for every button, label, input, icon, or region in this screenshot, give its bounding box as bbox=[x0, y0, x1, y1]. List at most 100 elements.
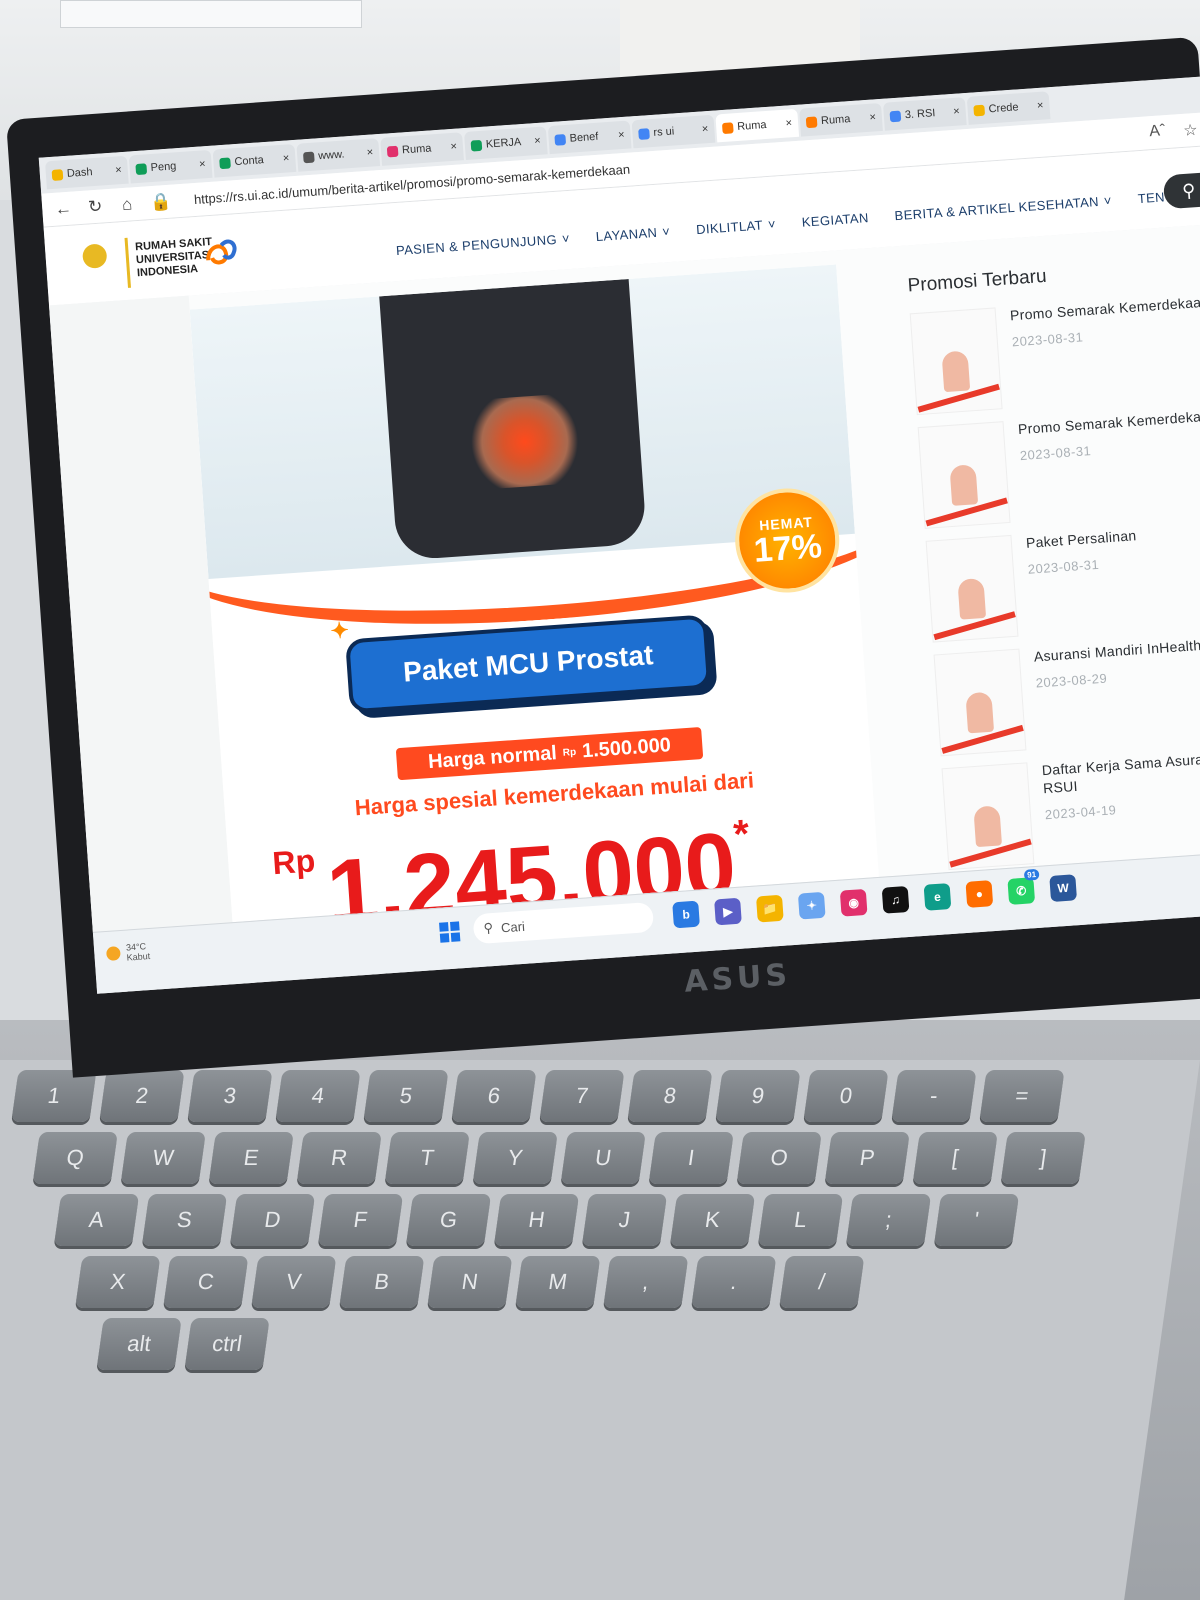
search-icon[interactable]: ⚲ bbox=[1162, 171, 1200, 210]
tab-favicon-icon bbox=[219, 156, 231, 169]
close-tab-icon[interactable]: × bbox=[1037, 100, 1044, 112]
normal-price-tag: Harga normal Rp 1.500.000 bbox=[395, 726, 704, 781]
promo-thumbnail[interactable] bbox=[941, 762, 1035, 871]
nav-menu-item[interactable]: KEGIATAN bbox=[801, 210, 869, 230]
keyboard-key: ctrl bbox=[184, 1318, 270, 1370]
keyboard-key: M bbox=[515, 1256, 601, 1308]
browser-tab[interactable]: Dash × bbox=[44, 155, 129, 190]
home-icon[interactable]: ⌂ bbox=[117, 194, 136, 215]
browser-tab[interactable]: Peng × bbox=[128, 149, 213, 184]
close-tab-icon[interactable]: × bbox=[450, 141, 457, 153]
keyboard-key: E bbox=[208, 1132, 294, 1184]
tiktok-icon[interactable]: ♫ bbox=[881, 885, 910, 914]
keyboard-key: 8 bbox=[627, 1070, 713, 1122]
file-explorer-icon[interactable]: 📁 bbox=[755, 894, 784, 923]
package-title: Paket MCU Prostat bbox=[345, 614, 712, 714]
nav-menu-label: LAYANAN bbox=[595, 224, 658, 245]
tab-favicon-icon bbox=[51, 168, 64, 181]
close-tab-icon[interactable]: × bbox=[199, 158, 206, 170]
keyboard-key: 1 bbox=[11, 1070, 97, 1122]
favorite-star-icon[interactable]: ☆ bbox=[1183, 119, 1199, 140]
back-icon[interactable]: ← bbox=[54, 198, 73, 219]
weather-text: Kabut bbox=[126, 950, 151, 963]
word-icon[interactable]: W bbox=[1049, 874, 1078, 903]
nav-menu-item[interactable]: BERITA & ARTIKEL KESEHATAN ˅ bbox=[894, 193, 1112, 223]
weather-widget[interactable]: 34°C Kabut bbox=[105, 941, 151, 964]
keyboard-key: H bbox=[493, 1194, 580, 1246]
tab-label: Crede bbox=[988, 101, 1019, 116]
keyboard-key: O bbox=[736, 1132, 822, 1184]
firefox-icon[interactable]: ● bbox=[965, 880, 994, 908]
browser-tab[interactable]: Benef × bbox=[547, 120, 632, 155]
tab-label: Dash bbox=[66, 166, 93, 180]
keyboard-key: U bbox=[560, 1132, 646, 1184]
close-tab-icon[interactable]: × bbox=[534, 135, 541, 147]
close-tab-icon[interactable]: × bbox=[702, 123, 709, 135]
windows-start-icon[interactable] bbox=[439, 921, 461, 943]
browser-tab[interactable]: Conta × bbox=[212, 143, 297, 178]
close-tab-icon[interactable]: × bbox=[953, 105, 960, 117]
promo-list-item[interactable]: Asuransi Mandiri InHealth 2023-08-29 bbox=[933, 633, 1200, 768]
special-price-currency: Rp bbox=[271, 842, 317, 882]
read-aloud-icon[interactable]: Aˆ bbox=[1149, 122, 1166, 143]
nav-menu-item[interactable]: DIKLITLAT ˅ bbox=[696, 217, 777, 238]
close-tab-icon[interactable]: × bbox=[618, 129, 625, 141]
chevron-down-icon: ˅ bbox=[1103, 193, 1113, 209]
browser-tab[interactable]: Ruma × bbox=[380, 132, 464, 166]
nav-menu-item[interactable]: PASIEN & PENGUNJUNG ˅ bbox=[396, 231, 571, 258]
browser-tab[interactable]: www. × bbox=[296, 138, 381, 172]
keyboard-key: B bbox=[339, 1256, 425, 1308]
promo-list-item[interactable]: Promo Semarak Kemerdekaan 2023-08-31 bbox=[917, 405, 1200, 540]
whatsapp-icon[interactable]: ✆ 91 bbox=[1007, 868, 1040, 905]
tab-favicon-icon bbox=[805, 115, 818, 128]
close-tab-icon[interactable]: × bbox=[115, 164, 122, 176]
browser-tab[interactable]: Ruma × bbox=[715, 108, 800, 143]
search-icon: ⚲ bbox=[483, 920, 494, 936]
promo-list-item[interactable]: Paket Persalinan 2023-08-31 bbox=[925, 519, 1200, 654]
sun-icon bbox=[105, 946, 121, 962]
keyboard-key: 5 bbox=[363, 1070, 449, 1122]
chevron-down-icon: ˅ bbox=[661, 223, 671, 240]
promo-list-item[interactable]: Promo Semarak Kemerdekaan 2023-08-31 bbox=[909, 292, 1200, 427]
price-asterisk: * bbox=[732, 811, 751, 857]
close-tab-icon[interactable]: × bbox=[785, 117, 792, 129]
browser-tab[interactable]: 3. RSI × bbox=[882, 97, 967, 131]
promo-date: 2023-04-19 bbox=[1044, 802, 1117, 823]
keyboard-key: Y bbox=[472, 1132, 558, 1184]
promo-thumbnail[interactable] bbox=[917, 421, 1011, 529]
keyboard-key: [ bbox=[912, 1132, 998, 1184]
browser-tab[interactable]: Ruma × bbox=[799, 102, 883, 137]
logo-divider bbox=[124, 237, 132, 288]
reload-icon[interactable]: ↻ bbox=[86, 196, 105, 217]
close-tab-icon[interactable]: × bbox=[283, 152, 290, 164]
keyboard-key: F bbox=[317, 1194, 404, 1246]
tab-favicon-icon bbox=[973, 104, 986, 116]
keyboard-key: ' bbox=[933, 1194, 1020, 1246]
promo-thumbnail[interactable] bbox=[925, 534, 1019, 643]
promo-title[interactable]: Promo Semarak Kemerdekaan bbox=[1009, 293, 1200, 325]
browser-tab[interactable]: rs ui × bbox=[631, 114, 716, 149]
promo-thumbnail[interactable] bbox=[909, 307, 1003, 416]
close-tab-icon[interactable]: × bbox=[869, 111, 876, 123]
edge-icon[interactable]: e bbox=[923, 883, 952, 911]
browser-tab[interactable]: Crede × bbox=[966, 91, 1051, 125]
bing-icon[interactable]: b bbox=[672, 900, 700, 929]
keyboard-key: P bbox=[824, 1132, 910, 1184]
promo-thumbnail[interactable] bbox=[933, 648, 1027, 757]
nav-menu-item[interactable]: LAYANAN ˅ bbox=[595, 224, 670, 244]
keyboard-key: 9 bbox=[715, 1070, 801, 1122]
copilot-icon[interactable]: ✦ bbox=[797, 891, 826, 920]
normal-price-label: Harga normal bbox=[427, 741, 558, 773]
keyboard-key: V bbox=[251, 1256, 337, 1308]
taskbar-search[interactable]: ⚲ Cari bbox=[472, 901, 655, 945]
browser-tab[interactable]: KERJA × bbox=[463, 126, 548, 161]
tab-label: Peng bbox=[150, 160, 177, 175]
keyboard-key: ] bbox=[1000, 1132, 1086, 1184]
promo-date: 2023-08-31 bbox=[1011, 329, 1084, 350]
promo-date: 2023-08-31 bbox=[1027, 556, 1100, 577]
close-tab-icon[interactable]: × bbox=[366, 146, 373, 158]
keyboard-key: R bbox=[296, 1132, 382, 1184]
instagram-icon[interactable]: ◉ bbox=[839, 888, 868, 917]
promo-sidebar: Promosi Terbaru Promo Semarak Kemerdekaa… bbox=[907, 254, 1200, 882]
teams-icon[interactable]: ▶ bbox=[714, 897, 742, 926]
